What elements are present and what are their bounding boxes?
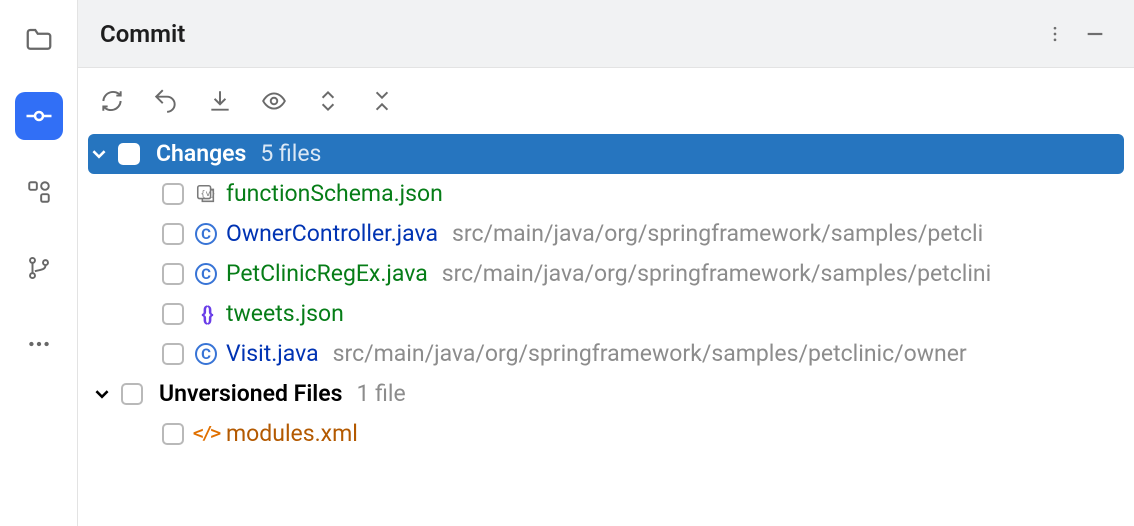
left-tool-rail [0, 0, 78, 526]
file-checkbox[interactable] [162, 183, 184, 205]
group-file-count: 5 files [260, 134, 321, 174]
change-file-row[interactable]: C OwnerController.java src/main/java/org/s… [88, 214, 1124, 254]
change-file-row[interactable]: {v} functionSchema.json [88, 174, 1124, 214]
file-name: functionSchema.json [226, 174, 443, 214]
commit-toolbar [78, 68, 1134, 134]
minimize-icon [1084, 23, 1106, 45]
json-icon: { } [194, 302, 218, 326]
ellipsis-icon [26, 331, 52, 357]
structure-icon [26, 179, 52, 205]
file-path: src/main/java/org/springframework/sample… [442, 254, 991, 294]
folder-icon [24, 25, 54, 55]
rail-project-button[interactable] [15, 16, 63, 64]
undo-icon [153, 88, 179, 114]
expand-all-button[interactable] [312, 85, 344, 117]
shelve-icon [207, 88, 233, 114]
tool-window-options-button[interactable] [1038, 17, 1072, 51]
chevron-down-icon [91, 387, 113, 401]
java-class-icon: C [194, 342, 218, 366]
file-checkbox[interactable] [162, 423, 184, 445]
changes-tree[interactable]: Changes 5 files {v} functionSchema.json C Own… [78, 134, 1134, 454]
change-file-row[interactable]: C PetClinicRegEx.java src/main/java/org/sp… [88, 254, 1124, 294]
rail-commit-button[interactable] [15, 92, 63, 140]
change-group-row[interactable]: Changes 5 files [88, 134, 1124, 174]
xml-icon: </> [194, 422, 218, 446]
svg-text:{v}: {v} [201, 188, 216, 198]
java-class-icon: C [194, 222, 218, 246]
rail-more-button[interactable] [15, 320, 63, 368]
file-checkbox[interactable] [162, 223, 184, 245]
vertical-ellipsis-icon [1045, 24, 1065, 44]
file-checkbox[interactable] [162, 303, 184, 325]
refresh-button[interactable] [96, 85, 128, 117]
tool-window-hide-button[interactable] [1078, 17, 1112, 51]
json-schema-icon: {v} [194, 182, 218, 206]
file-name: modules.xml [226, 414, 358, 454]
expand-icon [315, 88, 341, 114]
rollback-button[interactable] [150, 85, 182, 117]
commit-tool-window: Commit Changes 5 files {v} functionSchema.j… [78, 0, 1134, 526]
git-branch-icon [26, 255, 52, 281]
collapse-icon [369, 88, 395, 114]
file-name: tweets.json [226, 294, 344, 334]
change-group-row[interactable]: Unversioned Files 1 file [88, 374, 1124, 414]
group-label: Unversioned Files [159, 374, 342, 414]
file-name: Visit.java [226, 334, 319, 374]
file-name: OwnerController.java [226, 214, 438, 254]
file-checkbox[interactable] [162, 343, 184, 365]
group-checkbox[interactable] [118, 143, 140, 165]
change-file-row[interactable]: C Visit.java src/main/java/org/springframe… [88, 334, 1124, 374]
change-file-row[interactable]: { } tweets.json [88, 294, 1124, 334]
group-file-count: 1 file [356, 374, 405, 414]
tool-window-title: Commit [100, 20, 185, 48]
file-checkbox[interactable] [162, 263, 184, 285]
group-checkbox[interactable] [121, 383, 143, 405]
file-path: src/main/java/org/springframework/sample… [333, 334, 967, 374]
group-label: Changes [156, 134, 246, 174]
refresh-icon [99, 88, 125, 114]
chevron-down-icon [88, 147, 110, 161]
commit-node-icon [24, 101, 54, 131]
file-name: PetClinicRegEx.java [226, 254, 428, 294]
rail-git-branches-button[interactable] [15, 244, 63, 292]
tool-window-titlebar: Commit [78, 0, 1134, 68]
preview-diff-button[interactable] [258, 85, 290, 117]
rail-structure-button[interactable] [15, 168, 63, 216]
file-path: src/main/java/org/springframework/sample… [452, 214, 983, 254]
shelve-button[interactable] [204, 85, 236, 117]
change-file-row[interactable]: </> modules.xml [88, 414, 1124, 454]
collapse-all-button[interactable] [366, 85, 398, 117]
eye-icon [261, 88, 287, 114]
java-class-icon: C [194, 262, 218, 286]
